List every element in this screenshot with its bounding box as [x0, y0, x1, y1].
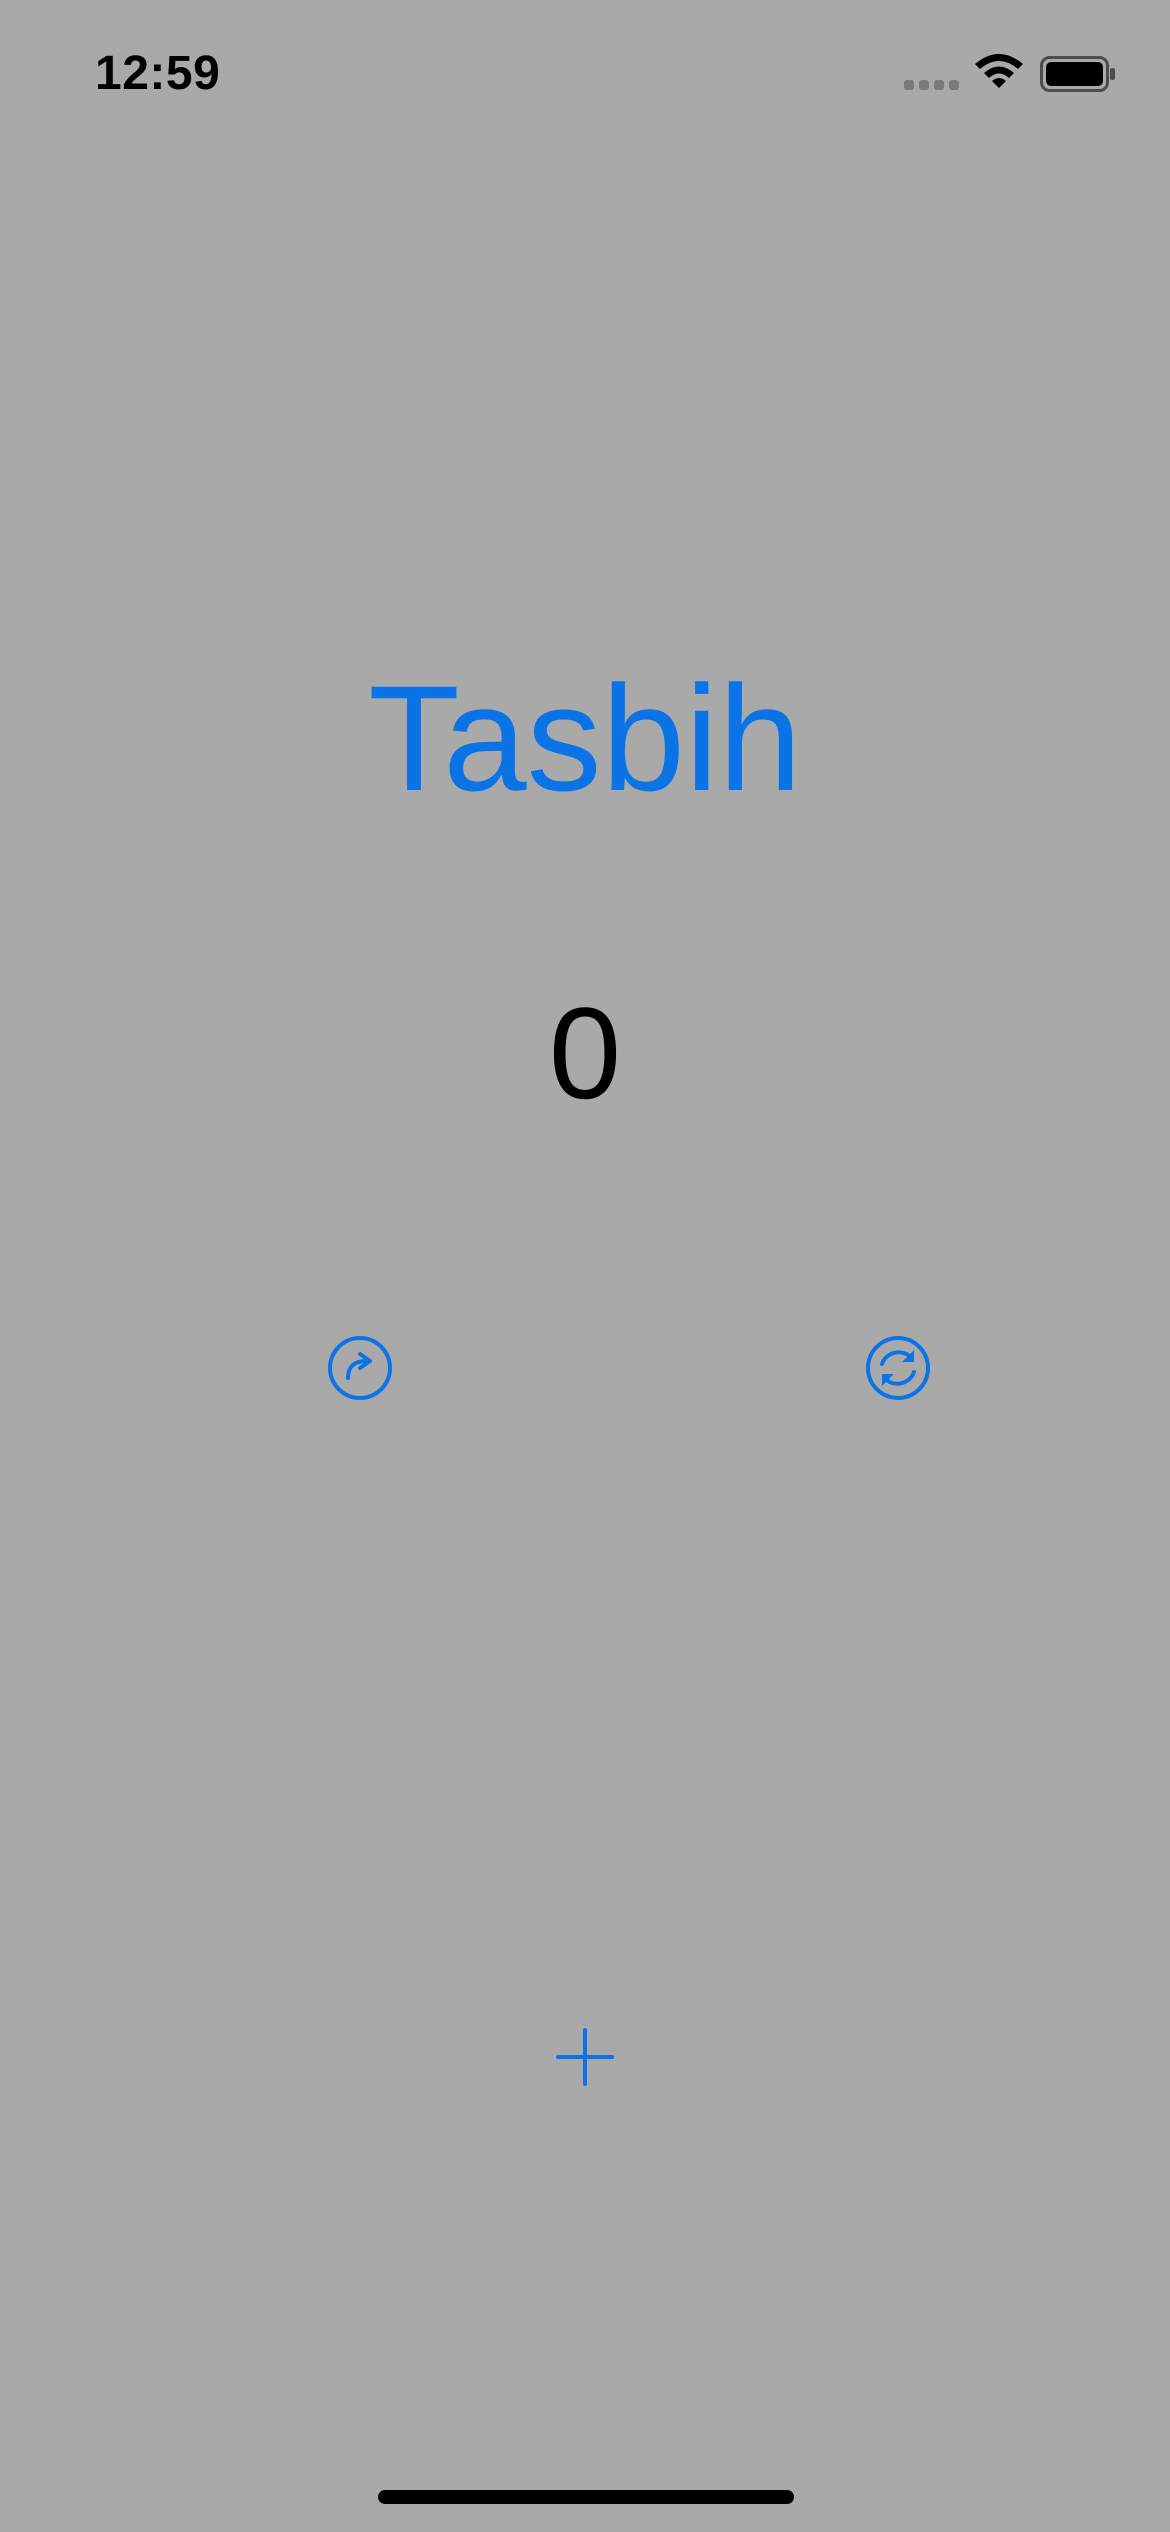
redo-circle-icon [328, 1336, 392, 1400]
plus-icon [556, 2028, 614, 2086]
increment-button[interactable] [545, 2022, 625, 2092]
home-indicator[interactable] [378, 2490, 794, 2504]
app-title: Tasbih [368, 654, 802, 822]
redo-button[interactable] [320, 1328, 400, 1408]
cellular-signal-icon [904, 80, 959, 90]
wifi-icon [975, 54, 1023, 88]
status-bar: 12:59 [0, 0, 1170, 150]
counter-value: 0 [548, 980, 622, 1126]
reset-cycle-icon [866, 1336, 930, 1400]
reset-button[interactable] [858, 1328, 938, 1408]
status-time: 12:59 [95, 47, 221, 100]
battery-icon [1040, 56, 1115, 92]
